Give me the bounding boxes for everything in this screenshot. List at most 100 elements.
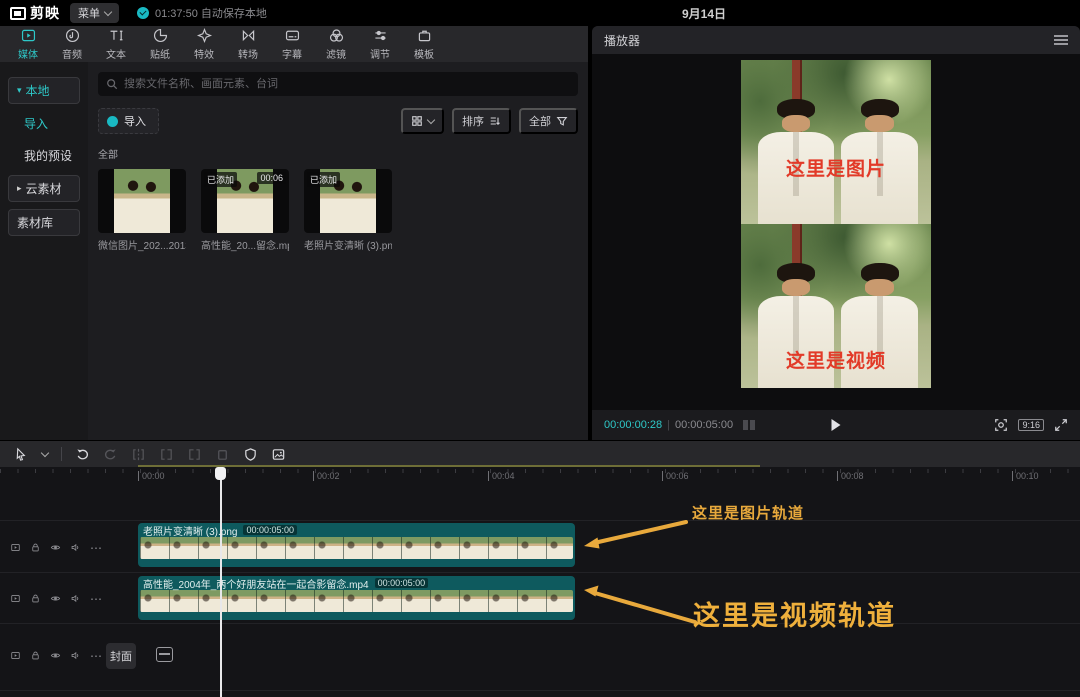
templates-icon bbox=[418, 30, 430, 42]
timeline-clip-video[interactable]: 高性能_2004年_两个好朋友站在一起合影留念.mp4 00:00:05:00 bbox=[138, 576, 575, 620]
annotation-video-track: 这里是视频轨道 bbox=[693, 601, 896, 631]
search-input[interactable] bbox=[98, 72, 578, 96]
player-panel: 播放器 这里是图片 这里是视频 00:00:00:28 | 00:00:05:0… bbox=[592, 26, 1080, 440]
delete-icon[interactable] bbox=[215, 447, 230, 462]
clip-name: 高性能_2004年_两个好朋友站在一起合影留念.mp4 bbox=[143, 579, 369, 591]
track-type-icon[interactable] bbox=[10, 592, 21, 605]
media-icon bbox=[21, 29, 35, 42]
overlay-video-label: 这里是视频 bbox=[785, 351, 886, 373]
total-time: 00:00:05:00 bbox=[674, 419, 734, 431]
media-filename: 微信图片_202...2013.jpg bbox=[98, 241, 186, 252]
media-thumbnail[interactable] bbox=[98, 169, 186, 233]
menu-button[interactable]: 菜单 bbox=[70, 3, 119, 23]
fit-scan-icon[interactable] bbox=[994, 418, 1008, 432]
media-item[interactable]: 已添加 老照片变清晰 (3).png bbox=[304, 169, 392, 252]
tab-media[interactable]: 媒体 bbox=[6, 26, 50, 62]
more-options-icon[interactable]: ⋯ bbox=[90, 593, 102, 605]
adjust-sliders-icon bbox=[374, 30, 386, 41]
sort-icon bbox=[490, 117, 500, 125]
lock-icon[interactable] bbox=[30, 592, 41, 605]
media-filename: 高性能_20...留念.mp4 bbox=[201, 241, 289, 252]
timeline-ruler[interactable]: 00:00 00:02 00:04 00:06 00:08 00:10 bbox=[0, 467, 1080, 485]
import-button[interactable]: 导入 bbox=[98, 108, 159, 134]
image-frame-icon[interactable] bbox=[271, 447, 286, 462]
sidebar-item-local[interactable]: ▾ 本地 bbox=[8, 77, 80, 104]
delete-right-icon[interactable] bbox=[187, 447, 202, 462]
preview-canvas[interactable]: 这里是图片 这里是视频 bbox=[741, 60, 931, 388]
ruler-tick: 00:08 bbox=[837, 471, 864, 481]
filter-button[interactable]: 全部 bbox=[519, 108, 578, 134]
eye-icon[interactable] bbox=[50, 592, 61, 605]
undo-icon[interactable] bbox=[75, 447, 90, 462]
track-divider bbox=[0, 520, 1080, 521]
tab-label: 模板 bbox=[414, 50, 434, 61]
media-thumbnail[interactable]: 已添加 00:06 bbox=[201, 169, 289, 233]
more-options-icon[interactable]: ⋯ bbox=[90, 650, 102, 662]
chevron-down-icon bbox=[426, 115, 436, 124]
toolbar-divider bbox=[61, 447, 62, 461]
speaker-icon[interactable] bbox=[70, 649, 81, 662]
player-menu-icon[interactable] bbox=[1054, 32, 1068, 47]
ruler-tick: 00:04 bbox=[488, 471, 515, 481]
sidebar-item-import[interactable]: 导入 bbox=[8, 111, 80, 136]
speaker-icon[interactable] bbox=[70, 592, 81, 605]
aspect-ratio-button[interactable]: 9:16 bbox=[1018, 419, 1044, 431]
media-thumbnail[interactable]: 已添加 bbox=[304, 169, 392, 233]
ruler-tick: 00:06 bbox=[662, 471, 689, 481]
sidebar-label: 素材库 bbox=[17, 216, 54, 230]
tab-templates[interactable]: 模板 bbox=[402, 26, 446, 62]
play-button[interactable] bbox=[831, 419, 841, 431]
chevron-down-icon bbox=[103, 7, 113, 16]
tab-adjust[interactable]: 调节 bbox=[358, 26, 402, 62]
media-item[interactable]: 已添加 00:06 高性能_20...留念.mp4 bbox=[201, 169, 289, 252]
sidebar-item-presets[interactable]: 我的预设 bbox=[8, 143, 80, 168]
tab-transition[interactable]: 转场 bbox=[226, 26, 270, 62]
cover-button[interactable]: 封面 bbox=[106, 643, 136, 669]
track-type-icon[interactable] bbox=[10, 541, 21, 554]
tab-effects[interactable]: 特效 bbox=[182, 26, 226, 62]
sidebar-item-cloud[interactable]: ▸ 云素材 bbox=[8, 175, 80, 202]
lock-icon[interactable] bbox=[30, 541, 41, 554]
select-cursor-icon[interactable] bbox=[14, 447, 29, 462]
mask-shield-icon[interactable] bbox=[243, 447, 258, 462]
end-frame-icon[interactable] bbox=[156, 647, 173, 662]
track-header-video: ⋯ bbox=[10, 592, 102, 605]
media-item[interactable]: 微信图片_202...2013.jpg bbox=[98, 169, 186, 252]
transition-icon bbox=[242, 29, 254, 42]
sort-button[interactable]: 排序 bbox=[452, 108, 511, 134]
lock-icon[interactable] bbox=[30, 649, 41, 662]
chevron-down-icon[interactable] bbox=[40, 448, 50, 457]
captions-icon bbox=[285, 30, 299, 41]
eye-icon[interactable] bbox=[50, 541, 61, 554]
delete-left-icon[interactable] bbox=[159, 447, 174, 462]
split-icon[interactable] bbox=[131, 447, 146, 462]
sidebar-label: 导入 bbox=[24, 117, 49, 131]
more-options-icon[interactable]: ⋯ bbox=[90, 542, 102, 554]
tab-audio[interactable]: 音频 bbox=[50, 26, 94, 62]
eye-icon[interactable] bbox=[50, 649, 61, 662]
playhead-line[interactable] bbox=[220, 467, 222, 697]
sticker-icon bbox=[153, 28, 167, 43]
ruler-tick: 00:10 bbox=[1012, 471, 1039, 481]
section-label: 全部 bbox=[98, 150, 118, 161]
fullscreen-icon[interactable] bbox=[1054, 418, 1068, 432]
filters-icon bbox=[329, 29, 343, 42]
sidebar-label: 我的预设 bbox=[24, 149, 73, 163]
media-body: ▾ 本地 导入 我的预设 ▸ 云素材 素材库 搜索文件名称、画面元素、台词 导入… bbox=[0, 62, 588, 440]
tab-label: 特效 bbox=[194, 50, 214, 61]
sidebar-item-library[interactable]: 素材库 bbox=[8, 209, 80, 236]
track-divider bbox=[0, 572, 1080, 573]
tab-captions[interactable]: 字幕 bbox=[270, 26, 314, 62]
tab-text[interactable]: 文本 bbox=[94, 26, 138, 62]
redo-icon[interactable] bbox=[103, 447, 118, 462]
preview-quality-icon[interactable] bbox=[743, 420, 756, 430]
view-mode-button[interactable] bbox=[401, 108, 444, 134]
timeline-clip-image[interactable]: 老照片变清晰 (3).png 00:00:05:00 bbox=[138, 523, 575, 567]
tab-filters[interactable]: 滤镜 bbox=[314, 26, 358, 62]
clip-title-row: 高性能_2004年_两个好朋友站在一起合影留念.mp4 00:00:05:00 bbox=[138, 576, 575, 591]
playhead-handle[interactable] bbox=[215, 467, 226, 480]
capcut-window: 剪映 菜单 01:37:50 自动保存本地 9月14日 媒体 音频 文本 贴纸 … bbox=[0, 0, 1080, 697]
speaker-icon[interactable] bbox=[70, 541, 81, 554]
track-type-icon[interactable] bbox=[10, 649, 21, 662]
tab-sticker[interactable]: 贴纸 bbox=[138, 26, 182, 62]
